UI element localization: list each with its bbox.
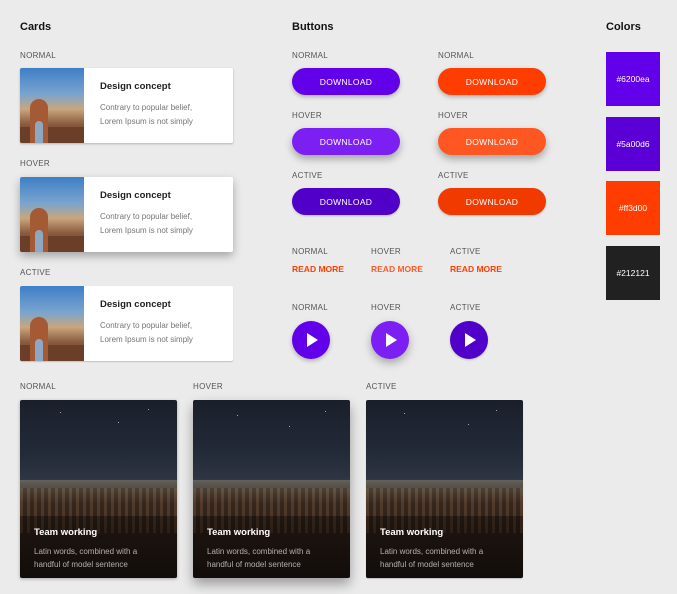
download-button-purple-active[interactable]: DOWNLOAD [292, 188, 400, 215]
download-button-orange-hover[interactable]: DOWNLOAD [438, 128, 546, 155]
image-card-state-active: ACTIVE [366, 382, 397, 391]
card-description-line-1: Contrary to popular belief, [100, 103, 193, 112]
image-card-description: Latin words, combined with a handful of … [380, 545, 515, 571]
purple-button-state-hover: HOVER [292, 111, 322, 120]
card-description-line-2: Lorem Ipsum is not simply [100, 117, 193, 126]
cards-section-title: Cards [20, 21, 52, 33]
image-card-description-line-2: handful of model sentence [380, 560, 474, 569]
download-button-purple-normal[interactable]: DOWNLOAD [292, 68, 400, 95]
design-card-normal[interactable]: Design concept Contrary to popular belie… [20, 68, 233, 143]
download-button-purple-hover[interactable]: DOWNLOAD [292, 128, 400, 155]
design-card-active[interactable]: Design concept Contrary to popular belie… [20, 286, 233, 361]
orange-button-state-active: ACTIVE [438, 171, 469, 180]
swatch-hex-label: #5a00d6 [616, 139, 650, 149]
card-title: Design concept [100, 299, 171, 310]
card-description-line-2: Lorem Ipsum is not simply [100, 226, 193, 235]
play-button-hover[interactable] [371, 321, 409, 359]
link-state-active: ACTIVE [450, 247, 481, 256]
card-description-line-1: Contrary to popular belief, [100, 321, 193, 330]
team-card-normal[interactable]: Team working Latin words, combined with … [20, 400, 177, 578]
card-description-line-1: Contrary to popular belief, [100, 212, 193, 221]
color-swatch-orange: #ff3d00 [606, 181, 660, 235]
team-card-active[interactable]: Team working Latin words, combined with … [366, 400, 523, 578]
image-card-state-normal: NORMAL [20, 382, 57, 391]
color-swatch-purple-dark: #5a00d6 [606, 117, 660, 171]
fab-state-normal: NORMAL [292, 303, 329, 312]
play-icon [307, 333, 318, 347]
swatch-hex-label: #6200ea [616, 74, 650, 84]
image-card-title: Team working [207, 527, 271, 538]
image-card-description-line-2: handful of model sentence [34, 560, 128, 569]
read-more-link-hover[interactable]: READ MORE [371, 264, 423, 274]
card-description-line-2: Lorem Ipsum is not simply [100, 335, 193, 344]
card-thumbnail-image [20, 177, 84, 252]
play-icon [386, 333, 397, 347]
team-card-hover[interactable]: Team working Latin words, combined with … [193, 400, 350, 578]
card-state-label-active: ACTIVE [20, 268, 51, 277]
image-card-description-line-2: handful of model sentence [207, 560, 301, 569]
fab-state-hover: HOVER [371, 303, 401, 312]
color-swatch-purple: #6200ea [606, 52, 660, 106]
arch-rock [30, 99, 48, 143]
buttons-section-title: Buttons [292, 21, 334, 33]
download-button-orange-normal[interactable]: DOWNLOAD [438, 68, 546, 95]
card-title: Design concept [100, 190, 171, 201]
download-button-orange-active[interactable]: DOWNLOAD [438, 188, 546, 215]
read-more-link-normal[interactable]: READ MORE [292, 264, 344, 274]
image-card-description-line-1: Latin words, combined with a [380, 547, 484, 556]
image-card-description: Latin words, combined with a handful of … [207, 545, 342, 571]
swatch-hex-label: #ff3d00 [618, 203, 648, 213]
orange-button-state-normal: NORMAL [438, 51, 475, 60]
play-button-normal[interactable] [292, 321, 330, 359]
purple-button-state-normal: NORMAL [292, 51, 329, 60]
card-thumbnail-image [20, 68, 84, 143]
arch-rock [30, 317, 48, 361]
link-state-hover: HOVER [371, 247, 401, 256]
card-title: Design concept [100, 81, 171, 92]
color-swatch-dark: #212121 [606, 246, 660, 300]
image-card-description: Latin words, combined with a handful of … [34, 545, 169, 571]
card-state-label-normal: NORMAL [20, 51, 57, 60]
design-card-hover[interactable]: Design concept Contrary to popular belie… [20, 177, 233, 252]
image-card-description-line-1: Latin words, combined with a [34, 547, 138, 556]
play-icon [465, 333, 476, 347]
card-state-label-hover: HOVER [20, 159, 50, 168]
image-card-title: Team working [380, 527, 444, 538]
image-card-state-hover: HOVER [193, 382, 223, 391]
link-state-normal: NORMAL [292, 247, 329, 256]
colors-section-title: Colors [606, 21, 641, 33]
card-thumbnail-image [20, 286, 84, 361]
image-card-description-line-1: Latin words, combined with a [207, 547, 311, 556]
read-more-link-active[interactable]: READ MORE [450, 264, 502, 274]
purple-button-state-active: ACTIVE [292, 171, 323, 180]
fab-state-active: ACTIVE [450, 303, 481, 312]
orange-button-state-hover: HOVER [438, 111, 468, 120]
play-button-active[interactable] [450, 321, 488, 359]
swatch-hex-label: #212121 [616, 268, 650, 278]
image-card-title: Team working [34, 527, 98, 538]
arch-rock [30, 208, 48, 252]
